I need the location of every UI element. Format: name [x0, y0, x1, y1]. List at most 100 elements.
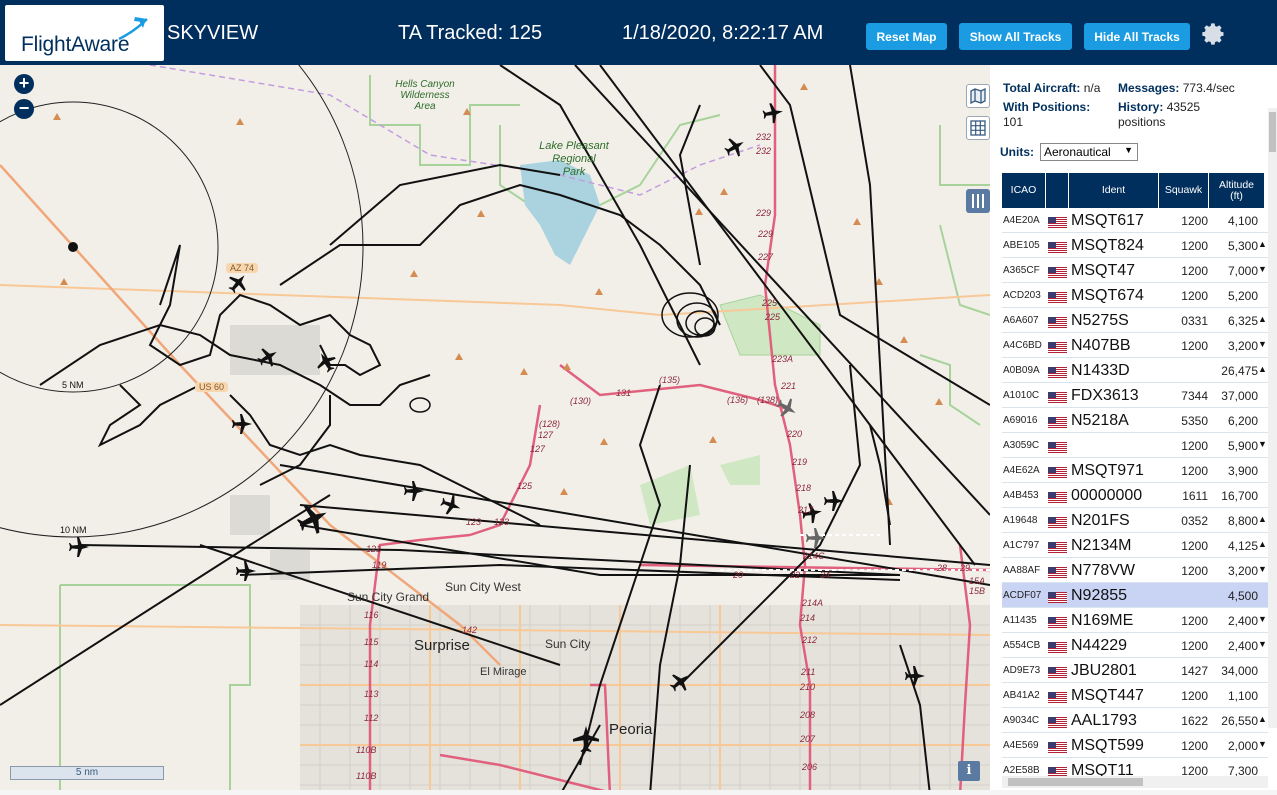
- table-row[interactable]: A6A607 N5275S 0331 6,325 ▲: [1002, 308, 1268, 333]
- aircraft-icon[interactable]: [438, 492, 464, 518]
- scrollbar-thumb[interactable]: [1269, 112, 1276, 152]
- ident-cell: N2134M: [1071, 537, 1132, 554]
- ident-cell: N201FS: [1071, 512, 1130, 529]
- table-row[interactable]: A4E569 MSQT599 1200 2,000 ▼: [1002, 733, 1268, 758]
- ident-cell: N5218A: [1071, 412, 1129, 429]
- zoom-out-button[interactable]: −: [14, 99, 34, 119]
- table-row[interactable]: A554CB N44229 1200 2,400 ▼: [1002, 633, 1268, 658]
- table-row[interactable]: A4C6BD N407BB 1200 3,200 ▼: [1002, 333, 1268, 358]
- table-row[interactable]: A3059C 1200 5,900 ▼: [1002, 433, 1268, 458]
- table-row[interactable]: A1010C FDX3613 7344 37,000: [1002, 383, 1268, 408]
- zoom-in-button[interactable]: +: [14, 74, 34, 94]
- table-row[interactable]: A11435 N169ME 1200 2,400 ▼: [1002, 608, 1268, 633]
- route-number-label: (135): [659, 375, 681, 385]
- route-number-label: 24: [820, 570, 831, 580]
- aircraft-icon[interactable]: [312, 348, 340, 376]
- aircraft-icon[interactable]: [761, 101, 785, 125]
- gear-icon[interactable]: [1201, 22, 1225, 46]
- aircraft-icon[interactable]: [905, 666, 925, 686]
- chevron-down-icon: ▼: [1124, 145, 1133, 155]
- flightaware-logo[interactable]: FlightAware: [5, 5, 164, 61]
- reset-map-button[interactable]: Reset Map: [866, 23, 947, 50]
- table-row[interactable]: AD9E73 JBU2801 1427 34,000: [1002, 658, 1268, 683]
- aircraft-icon[interactable]: [404, 481, 424, 501]
- altitude-cell: 4,125: [1227, 539, 1258, 553]
- total-aircraft-value: n/a: [1083, 81, 1101, 95]
- aircraft-icon[interactable]: [69, 537, 89, 557]
- table-row[interactable]: A69016 N5218A 5350 6,200: [1002, 408, 1268, 433]
- icao-cell: A1010C: [1003, 390, 1040, 401]
- info-icon[interactable]: i: [958, 761, 980, 781]
- table-row[interactable]: A0B09A N1433D 26,475 ▲: [1002, 358, 1268, 383]
- altitude-cell: 1,100: [1227, 689, 1258, 703]
- icao-cell: A4E62A: [1003, 465, 1040, 476]
- us-flag-icon: [1048, 415, 1067, 428]
- route-number-label: 220: [787, 429, 803, 439]
- column-header-flag[interactable]: [1046, 173, 1069, 208]
- altitude-trend-icon: ▼: [1258, 264, 1267, 274]
- table-row[interactable]: A4E62A MSQT971 1200 3,900: [1002, 458, 1268, 483]
- aircraft-icon[interactable]: [223, 268, 253, 298]
- grid-toggle-button[interactable]: [966, 116, 990, 140]
- route-number-label: 208: [800, 710, 816, 720]
- route-number-label: 123: [466, 517, 482, 527]
- altitude-trend-icon: ▲: [1258, 314, 1267, 324]
- icao-cell: AA88AF: [1003, 565, 1041, 576]
- aircraft-icon[interactable]: [806, 528, 826, 548]
- aircraft-icon[interactable]: [232, 414, 252, 434]
- aircraft-icon[interactable]: [293, 499, 333, 539]
- altitude-trend-icon: ▼: [1258, 339, 1267, 349]
- aircraft-icon[interactable]: [665, 667, 695, 697]
- column-header-altitude[interactable]: Altitude (ft): [1209, 173, 1265, 208]
- icao-cell: A0B09A: [1003, 365, 1040, 376]
- aircraft-icon[interactable]: [721, 133, 749, 161]
- aircraft-icon[interactable]: [254, 343, 282, 371]
- table-row[interactable]: A1C797 N2134M 1200 4,125 ▲: [1002, 533, 1268, 558]
- route-number-label: 125: [517, 481, 533, 491]
- tracked-count: TA Tracked: 125: [398, 22, 543, 44]
- app-title: SKYVIEW: [167, 22, 259, 44]
- aircraft-icon[interactable]: [573, 726, 599, 752]
- table-row[interactable]: A19648 N201FS 0352 8,800 ▲: [1002, 508, 1268, 533]
- units-label: Units:: [1000, 145, 1034, 159]
- column-header-icao[interactable]: ICAO: [1002, 173, 1046, 208]
- table-row[interactable]: A9034C AAL1793 1622 26,550 ▲: [1002, 708, 1268, 733]
- altitude-cell: 26,475: [1221, 364, 1258, 378]
- show-all-tracks-button[interactable]: Show All Tracks: [959, 23, 1072, 50]
- aircraft-icon[interactable]: [824, 491, 844, 511]
- altitude-cell: 26,550: [1221, 714, 1258, 728]
- ident-cell: JBU2801: [1071, 662, 1137, 679]
- table-row[interactable]: AB41A2 MSQT447 1200 1,100: [1002, 683, 1268, 708]
- grid-icon: [970, 120, 986, 136]
- aircraft-icon[interactable]: [236, 561, 256, 581]
- table-row[interactable]: AA88AF N778VW 1200 3,200 ▼: [1002, 558, 1268, 583]
- icao-cell: A4B453: [1003, 490, 1039, 501]
- label-line: Wilderness: [400, 90, 450, 101]
- sidebar-collapse-button[interactable]: [966, 189, 990, 213]
- route-number-label: 225: [762, 298, 778, 308]
- icao-cell: A11435: [1003, 615, 1037, 626]
- map-layers-button[interactable]: [966, 84, 990, 108]
- us-flag-icon: [1048, 490, 1067, 503]
- table-row[interactable]: ACD203 MSQT674 1200 5,200: [1002, 283, 1268, 308]
- map-view[interactable]: Hells Canyon Wilderness Area Lake Pleasa…: [0, 65, 990, 795]
- route-number-label: 112: [364, 713, 379, 723]
- table-row[interactable]: ABE105 MSQT824 1200 5,300 ▲: [1002, 233, 1268, 258]
- table-row[interactable]: A365CF MSQT47 1200 7,000 ▼: [1002, 258, 1268, 283]
- hscrollbar-thumb[interactable]: [1008, 778, 1143, 786]
- table-vertical-scrollbar[interactable]: [1268, 108, 1277, 728]
- hells-canyon-label: Hells Canyon Wilderness Area: [393, 79, 457, 112]
- us-flag-icon: [1048, 665, 1067, 678]
- route-number-label: 221: [781, 381, 797, 391]
- table-row[interactable]: A4E20A MSQT617 1200 4,100: [1002, 208, 1268, 233]
- table-row[interactable]: ACDF07 N92855 4,500: [1002, 583, 1268, 608]
- table-row[interactable]: A4B453 00000000 1611 16,700: [1002, 483, 1268, 508]
- column-header-ident[interactable]: Ident: [1069, 173, 1159, 208]
- aircraft-layer[interactable]: [0, 65, 990, 795]
- route-number-label: (136): [727, 395, 749, 405]
- us-flag-icon: [1048, 340, 1067, 353]
- units-select[interactable]: Aeronautical ▼: [1040, 143, 1138, 161]
- hide-all-tracks-button[interactable]: Hide All Tracks: [1084, 23, 1190, 50]
- us-flag-icon: [1048, 540, 1067, 553]
- column-header-squawk[interactable]: Squawk: [1159, 173, 1209, 208]
